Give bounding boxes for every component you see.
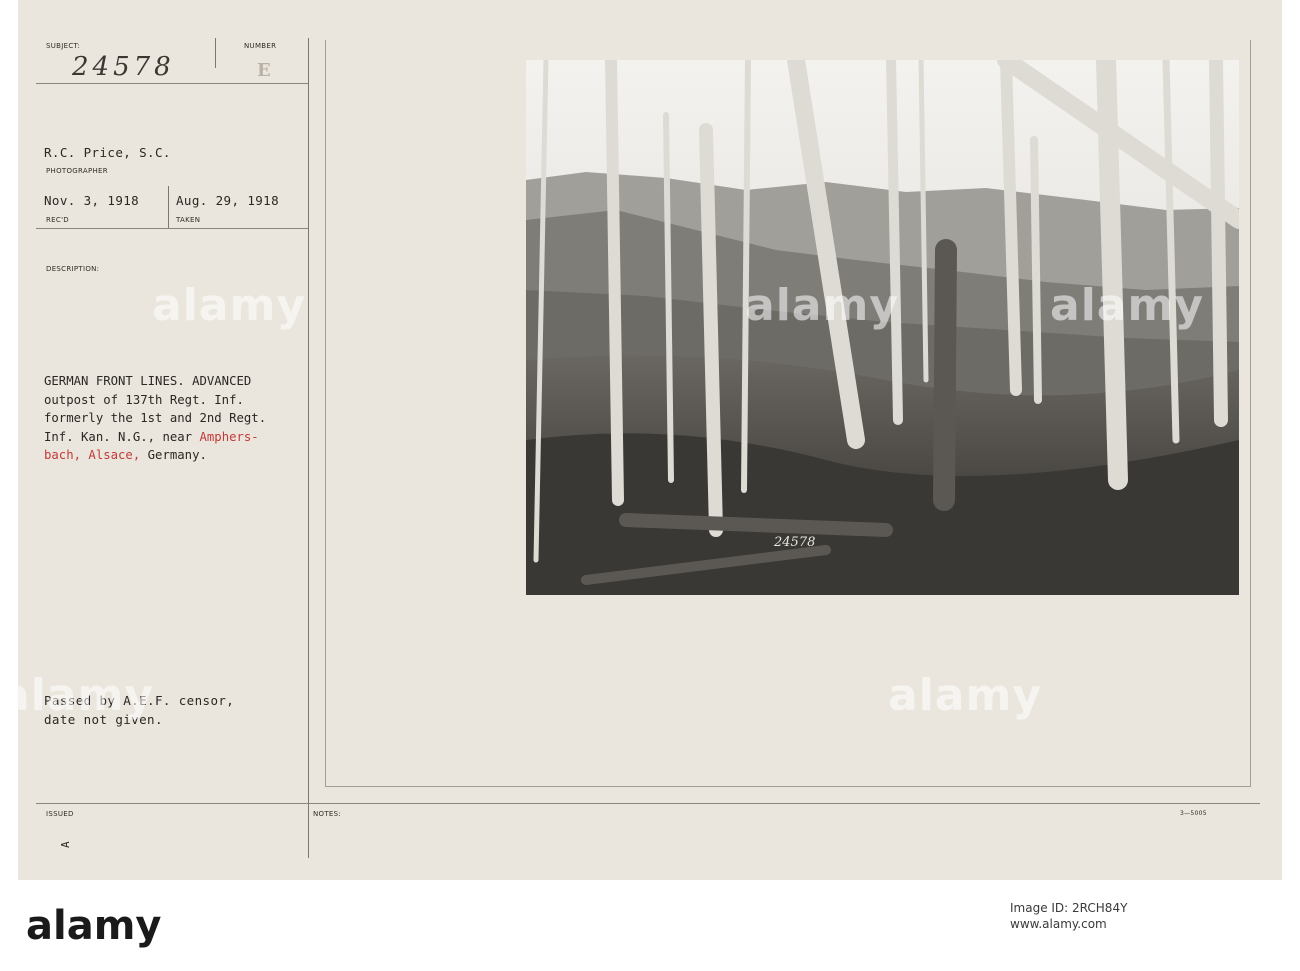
description-line-2: outpost of 137th Regt. Inf.: [44, 392, 244, 407]
description-text: GERMAN FRONT LINES. ADVANCED outpost of …: [44, 372, 266, 465]
notes-label: NOTES:: [313, 810, 342, 818]
date-divider: [168, 186, 169, 228]
description-line-5: Germany.: [140, 448, 207, 462]
image-id-block: Image ID: 2RCH84Y www.alamy.com: [1010, 900, 1127, 932]
watermark-left: alamy: [152, 280, 306, 331]
number-label: NUMBER: [244, 42, 277, 50]
photo-negative-number: 24578: [773, 535, 815, 550]
left-column-divider: [308, 38, 309, 858]
taken-date: Aug. 29, 1918: [176, 193, 280, 208]
photographer-label: PHOTOGRAPHER: [46, 167, 108, 175]
watermark-bottom-right: alamy: [888, 670, 1042, 721]
watermark-center: alamy: [745, 280, 899, 331]
photo-area-right-rule: [1250, 40, 1251, 786]
number-value: E: [257, 60, 271, 81]
received-date: Nov. 3, 1918: [44, 193, 140, 208]
watermark-bottom-left: alamy: [0, 670, 154, 721]
description-line-1: GERMAN FRONT LINES. ADVANCED: [44, 374, 252, 388]
description-label: DESCRIPTION:: [46, 265, 100, 273]
subject-rule: [36, 83, 308, 84]
issued-label: ISSUED: [46, 810, 74, 818]
photo-area-left-rule: [325, 40, 326, 786]
description-place-1: Amphers-: [199, 429, 259, 444]
bottom-rule: [36, 803, 1260, 804]
subject-label: SUBJECT:: [46, 42, 81, 50]
watermark-right: alamy: [1050, 280, 1204, 331]
description-place-2: bach, Alsace,: [44, 448, 141, 462]
taken-label: TAKEN: [176, 216, 201, 224]
received-label: REC'D: [46, 216, 69, 224]
form-number: 3—5005: [1180, 810, 1207, 817]
image-id: Image ID: 2RCH84Y: [1010, 901, 1128, 915]
site-url: www.alamy.com: [1010, 917, 1107, 931]
subject-divider: [215, 38, 216, 68]
photo-area-bottom-rule: [325, 786, 1251, 787]
photographer-name: R.C. Price, S.C.: [44, 145, 171, 160]
issued-mark: A: [59, 840, 73, 849]
description-line-3: formerly the 1st and 2nd Regt.: [44, 411, 267, 425]
description-line-4: Inf. Kan. N.G., near: [44, 429, 200, 444]
subject-number: 24578: [72, 52, 175, 82]
alamy-logo: alamy: [26, 903, 162, 949]
date-rule: [36, 228, 308, 229]
